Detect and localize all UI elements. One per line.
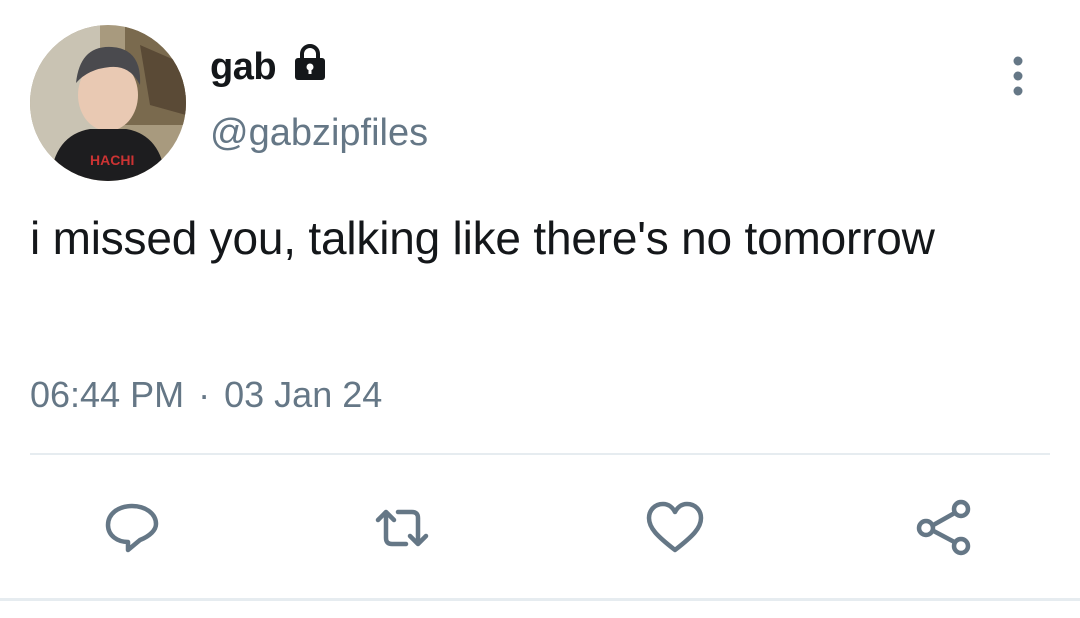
more-options-button[interactable] [998,52,1038,100]
heart-icon [646,501,704,553]
tweet-text: i missed you, talking like there's no to… [30,212,935,264]
avatar[interactable]: HACHI [30,25,186,181]
avatar-image: HACHI [30,25,186,181]
more-vertical-icon [1013,56,1023,96]
lock-icon [290,43,330,83]
retweet-icon [375,509,429,547]
reply-icon [105,503,159,553]
svg-text:HACHI: HACHI [90,152,134,168]
divider [30,453,1050,455]
retweet-button[interactable] [370,498,434,558]
display-name[interactable]: gab [210,44,277,90]
timestamp[interactable]: 06:44 PM · 03 Jan 24 [30,372,382,418]
timestamp-separator: · [198,374,211,415]
reply-button[interactable] [100,498,164,558]
bottom-divider [0,598,1080,601]
share-icon [916,499,971,556]
like-button[interactable] [643,498,707,558]
tweet-date: 03 Jan 24 [224,374,383,415]
share-button[interactable] [912,498,976,558]
tweet-time: 06:44 PM [30,374,185,415]
username[interactable]: @gabzipfiles [210,110,428,156]
tweet: HACHI gab @gabzipfiles i missed you, tal… [0,0,1080,618]
